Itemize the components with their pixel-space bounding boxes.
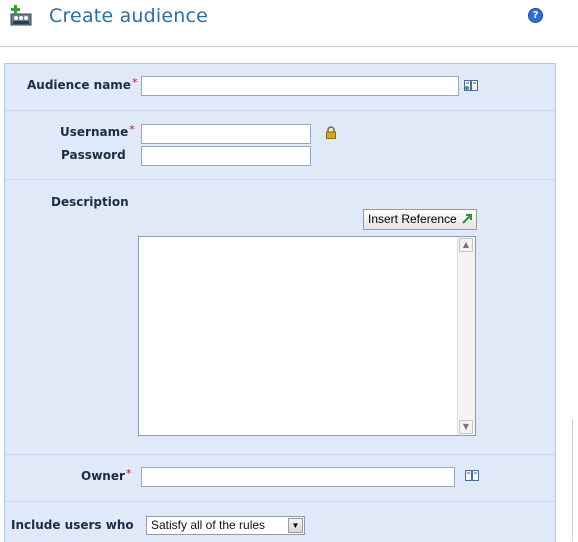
page-title: Create audience <box>49 5 209 27</box>
owner-label-text: Owner <box>81 469 125 483</box>
password-label-text: Password <box>61 148 126 162</box>
include-users-selected: Satisfy all of the rules <box>151 518 266 532</box>
include-users-label-text: Include users who <box>11 518 134 532</box>
audience-icon <box>10 5 32 26</box>
audience-name-label-text: Audience name <box>27 78 131 92</box>
username-label: Username* <box>60 123 135 139</box>
window-edge <box>572 420 573 541</box>
audience-name-input[interactable] <box>141 76 459 96</box>
required-marker: * <box>129 123 135 136</box>
lock-icon <box>326 126 336 139</box>
address-book-icon[interactable] <box>464 80 478 91</box>
include-users-select[interactable]: Satisfy all of the rules ▼ <box>146 516 305 535</box>
include-users-label: Include users who <box>11 518 134 532</box>
description-label: Description <box>51 195 129 209</box>
insert-reference-button[interactable]: Insert Reference <box>363 209 477 230</box>
description-textarea[interactable]: ▲ ▼ <box>138 236 476 436</box>
required-marker: * <box>125 467 132 480</box>
divider <box>5 110 555 111</box>
page-header: Create audience ? <box>0 0 578 47</box>
help-icon[interactable]: ? <box>528 8 543 23</box>
vertical-scrollbar[interactable]: ▲ ▼ <box>457 237 475 435</box>
required-marker: * <box>131 76 138 89</box>
audience-name-label: Audience name* <box>27 76 138 92</box>
password-label: Password <box>61 148 126 162</box>
divider <box>5 454 555 455</box>
insert-reference-label: Insert Reference <box>368 212 457 226</box>
divider <box>5 501 555 502</box>
username-label-text: Username <box>60 125 129 139</box>
description-label-text: Description <box>51 195 129 209</box>
divider <box>5 179 555 180</box>
address-book-icon[interactable] <box>465 470 479 481</box>
chevron-down-icon[interactable]: ▼ <box>288 518 303 533</box>
owner-label: Owner* <box>81 467 132 483</box>
insert-arrow-icon <box>462 214 472 224</box>
scroll-up-icon[interactable]: ▲ <box>459 238 473 252</box>
password-input[interactable] <box>141 146 311 166</box>
username-input[interactable] <box>141 124 311 144</box>
form-panel: Audience name* Username* Password Descri… <box>4 63 556 542</box>
owner-input[interactable] <box>141 467 455 487</box>
scroll-down-icon[interactable]: ▼ <box>459 420 473 434</box>
